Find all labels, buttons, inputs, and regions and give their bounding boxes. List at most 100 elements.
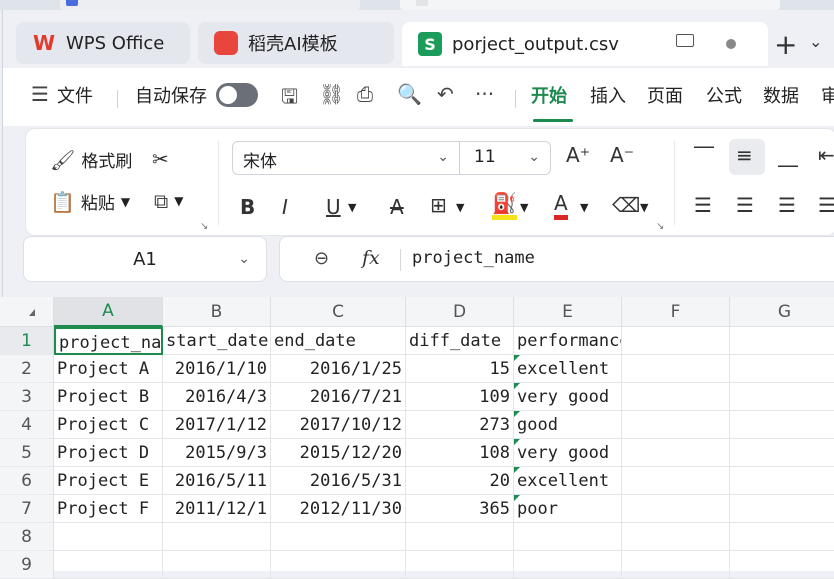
cell-a9[interactable] <box>54 551 163 579</box>
decrease-font-size-icon[interactable]: A⁻ <box>610 143 634 167</box>
cell-f7[interactable] <box>622 495 730 523</box>
bold-icon[interactable]: B <box>240 195 255 219</box>
column-header-d[interactable]: D <box>406 297 514 327</box>
formula-bar[interactable]: ⊖ fx project_name <box>279 236 834 282</box>
menu-tab-insert[interactable]: 插入 <box>590 82 626 108</box>
menu-tab-page[interactable]: 页面 <box>647 82 683 108</box>
cell-a8[interactable] <box>54 523 163 551</box>
cell-b8[interactable] <box>163 523 271 551</box>
formula-input[interactable]: project_name <box>412 248 535 268</box>
cell-f1[interactable] <box>622 327 730 355</box>
cell-c5[interactable]: 2015/12/20 <box>271 439 406 467</box>
chevron-down-icon[interactable]: ▼ <box>580 201 588 214</box>
row-header-3[interactable]: 3 <box>0 383 54 411</box>
cell-f3[interactable] <box>622 383 730 411</box>
cell-e9[interactable] <box>514 551 622 579</box>
font-dialog-launcher-icon[interactable]: ↘ <box>656 221 664 232</box>
chevron-down-icon[interactable]: ▼ <box>520 201 528 214</box>
row-header-9[interactable]: 9 <box>0 551 54 579</box>
column-header-b[interactable]: B <box>163 297 271 327</box>
indent-icon[interactable]: ⇤ <box>818 143 834 167</box>
strikethrough-icon[interactable]: A <box>390 195 404 219</box>
print-preview-icon[interactable]: 🔍 <box>397 82 422 106</box>
align-top-icon[interactable]: ⎺ <box>694 143 714 167</box>
select-all-corner[interactable] <box>0 297 54 327</box>
cell-g9[interactable] <box>730 551 834 579</box>
cell-e8[interactable] <box>514 523 622 551</box>
tab-porject-output[interactable]: S porject_output.csv <box>402 22 768 66</box>
cell-g5[interactable] <box>730 439 834 467</box>
cell-g6[interactable] <box>730 467 834 495</box>
font-color-icon[interactable]: A <box>554 191 568 220</box>
cell-g8[interactable] <box>730 523 834 551</box>
cell-c9[interactable] <box>271 551 406 579</box>
row-header-6[interactable]: 6 <box>0 467 54 495</box>
cell-a4[interactable]: Project C <box>54 411 163 439</box>
column-header-g[interactable]: G <box>730 297 834 327</box>
cell-g1[interactable] <box>730 327 834 355</box>
cell-b2[interactable]: 2016/1/10 <box>163 355 271 383</box>
cell-f9[interactable] <box>622 551 730 579</box>
cell-c3[interactable]: 2016/7/21 <box>271 383 406 411</box>
cell-d9[interactable] <box>406 551 514 579</box>
cell-e5[interactable]: very good <box>514 439 622 467</box>
cell-d1[interactable]: diff_date <box>406 327 514 355</box>
browser-tab[interactable] <box>400 0 780 10</box>
increase-font-size-icon[interactable]: A⁺ <box>566 143 590 167</box>
fill-color-icon[interactable]: ⛽ <box>492 191 517 220</box>
row-header-5[interactable]: 5 <box>0 439 54 467</box>
cell-a5[interactable]: Project D <box>54 439 163 467</box>
share-link-icon[interactable]: ⛓ <box>319 82 344 106</box>
clear-eraser-icon[interactable]: ⌫ <box>612 193 640 217</box>
borders-icon[interactable]: ⊞ <box>430 193 447 217</box>
cell-d2[interactable]: 15 <box>406 355 514 383</box>
cell-b6[interactable]: 2016/5/11 <box>163 467 271 495</box>
new-tab-plus-icon[interactable]: + <box>774 28 797 61</box>
cell-d3[interactable]: 109 <box>406 383 514 411</box>
cell-d4[interactable]: 273 <box>406 411 514 439</box>
underline-icon[interactable]: U <box>326 195 341 219</box>
cell-c8[interactable] <box>271 523 406 551</box>
cell-f5[interactable] <box>622 439 730 467</box>
cell-f6[interactable] <box>622 467 730 495</box>
align-right-icon[interactable]: ☰ <box>778 193 796 217</box>
cell-e4[interactable]: good <box>514 411 622 439</box>
cell-b5[interactable]: 2015/9/3 <box>163 439 271 467</box>
menu-tab-formula[interactable]: 公式 <box>706 82 742 108</box>
cell-d6[interactable]: 20 <box>406 467 514 495</box>
cell-f4[interactable] <box>622 411 730 439</box>
cell-b1[interactable]: start_date <box>163 327 271 355</box>
paste-button[interactable]: 📋 粘贴 ▼ <box>50 189 130 215</box>
cell-d8[interactable] <box>406 523 514 551</box>
clipboard-dialog-launcher-icon[interactable]: ↘ <box>200 221 208 232</box>
column-header-e[interactable]: E <box>514 297 622 327</box>
name-box[interactable]: A1 ⌄ <box>23 236 267 282</box>
cell-e2[interactable]: excellent <box>514 355 622 383</box>
fx-function-icon[interactable]: fx <box>362 247 380 269</box>
save-icon[interactable]: 🖫 <box>281 82 298 116</box>
justify-icon[interactable]: ☰ <box>818 193 834 217</box>
cell-b4[interactable]: 2017/1/12 <box>163 411 271 439</box>
more-icon[interactable]: ··· <box>475 82 494 106</box>
column-header-a[interactable]: A <box>54 297 163 327</box>
autosave-toggle[interactable] <box>216 83 258 107</box>
cell-f2[interactable] <box>622 355 730 383</box>
cell-d7[interactable]: 365 <box>406 495 514 523</box>
align-bottom-icon[interactable]: ⎽ <box>778 143 798 167</box>
chevron-down-icon[interactable]: ▼ <box>456 201 464 214</box>
chevron-down-icon[interactable]: ▼ <box>640 201 648 214</box>
tab-docer-ai[interactable]: 稻壳AI模板 <box>198 22 394 64</box>
cell-b3[interactable]: 2016/4/3 <box>163 383 271 411</box>
font-name-select[interactable]: 宋体 ⌄ <box>232 141 460 175</box>
row-header-2[interactable]: 2 <box>0 355 54 383</box>
menu-file[interactable]: 文件 <box>57 82 93 108</box>
row-header-7[interactable]: 7 <box>0 495 54 523</box>
monitor-icon[interactable] <box>676 34 694 47</box>
cell-d5[interactable]: 108 <box>406 439 514 467</box>
cell-g3[interactable] <box>730 383 834 411</box>
cell-c6[interactable]: 2016/5/31 <box>271 467 406 495</box>
hamburger-menu-icon[interactable]: ☰ <box>31 82 49 106</box>
column-header-f[interactable]: F <box>622 297 730 327</box>
row-header-4[interactable]: 4 <box>0 411 54 439</box>
cell-a3[interactable]: Project B <box>54 383 163 411</box>
